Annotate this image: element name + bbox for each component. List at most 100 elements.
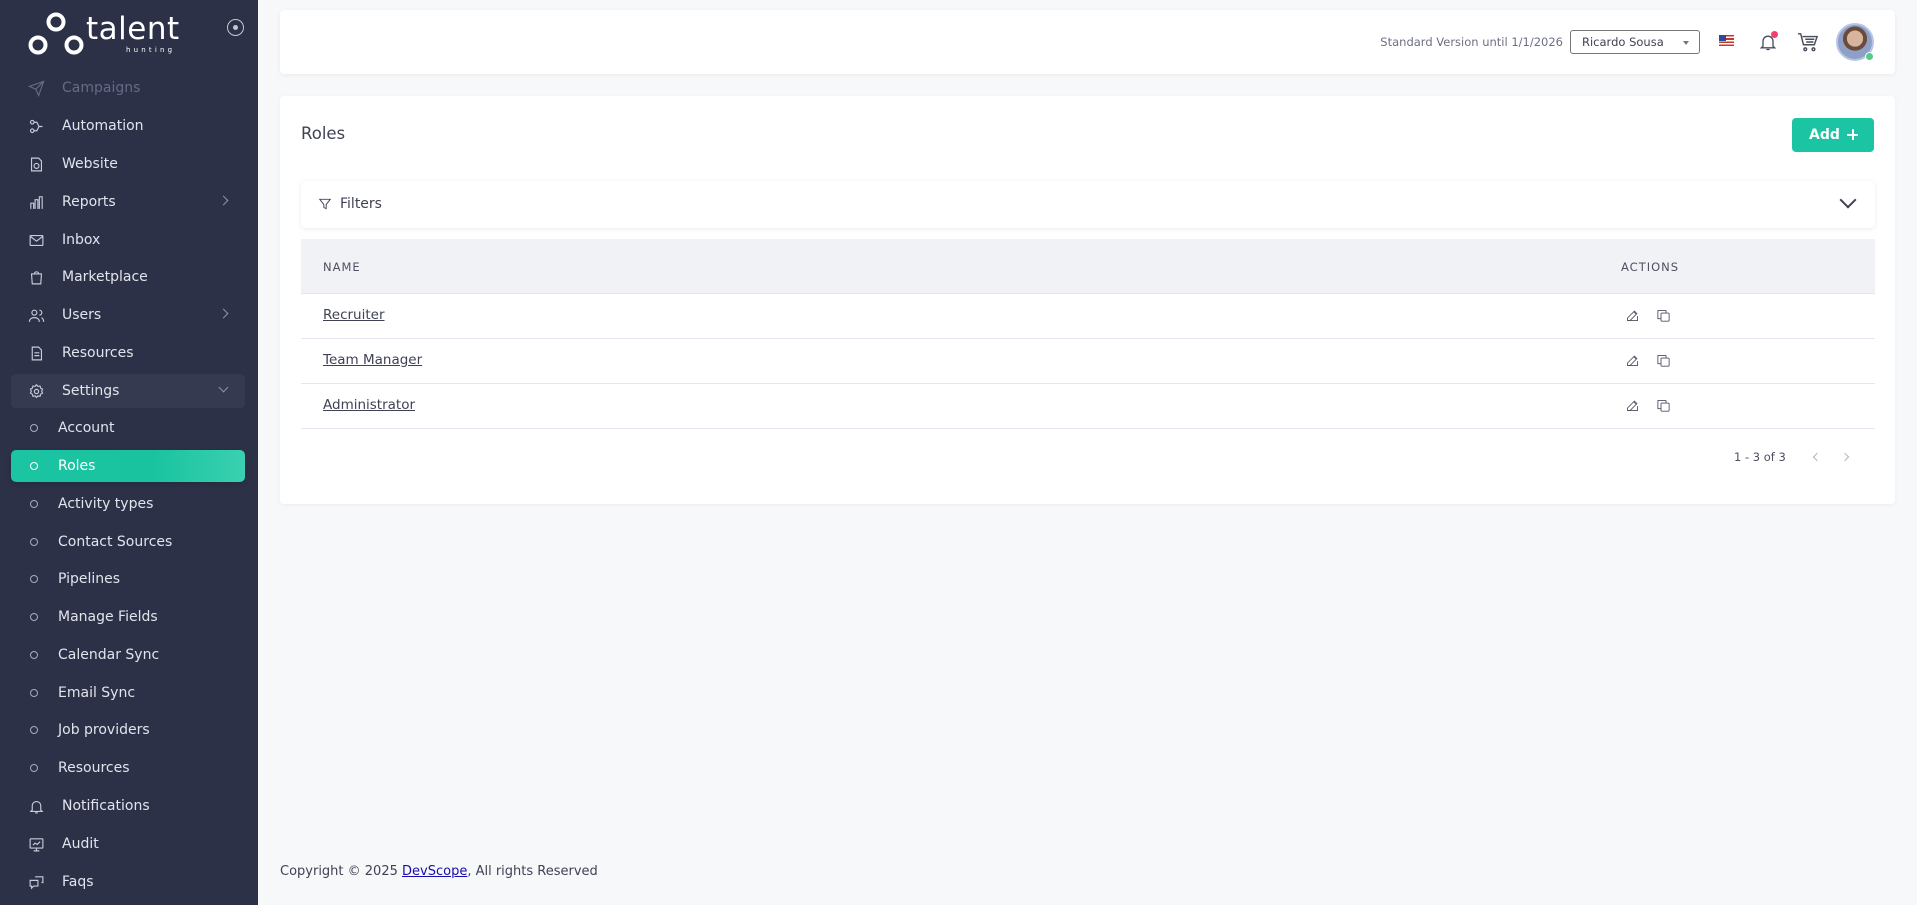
- table-row: Recruiter: [301, 294, 1875, 339]
- sidebar-item-label: Resources: [62, 345, 134, 361]
- document-icon: [27, 344, 45, 362]
- sidebar-item-inbox[interactable]: Inbox: [11, 223, 245, 257]
- sidebar-item-label: Faqs: [62, 874, 94, 890]
- edit-icon[interactable]: [1625, 353, 1640, 368]
- sidebar-item-automation[interactable]: Automation: [11, 109, 245, 143]
- sidebar-item-label: Users: [62, 307, 102, 323]
- copy-icon[interactable]: [1656, 353, 1671, 368]
- mail-icon: [27, 231, 45, 249]
- copy-icon[interactable]: [1656, 308, 1671, 323]
- footer-rights: , All rights Reserved: [467, 864, 598, 879]
- submenu-item-resources[interactable]: Resources: [11, 752, 245, 784]
- user-select[interactable]: Ricardo Sousa: [1570, 30, 1700, 54]
- add-role-button[interactable]: Add: [1792, 118, 1874, 152]
- chevron-right-icon: [218, 308, 229, 319]
- sidebar-item-marketplace[interactable]: Marketplace: [11, 260, 245, 294]
- pagination-info: 1 - 3 of 3: [1734, 450, 1786, 464]
- bullet-icon: [30, 726, 38, 734]
- add-button-label: Add: [1809, 127, 1840, 143]
- sidebar-item-label: Website: [62, 156, 118, 172]
- column-header-name[interactable]: NAME: [323, 260, 361, 274]
- gear-icon: [27, 382, 45, 400]
- table-row: Team Manager: [301, 339, 1875, 384]
- bullet-icon: [30, 538, 38, 546]
- shopping-bag-icon: [27, 268, 45, 286]
- column-header-actions: ACTIONS: [1621, 260, 1680, 274]
- users-icon: [27, 306, 45, 324]
- caret-down-icon: [1683, 41, 1689, 45]
- filters-label: Filters: [340, 196, 382, 212]
- edit-icon[interactable]: [1625, 308, 1640, 323]
- bullet-icon: [30, 764, 38, 772]
- bullet-icon: [30, 462, 38, 470]
- table-row: Administrator: [301, 384, 1875, 429]
- sidebar-item-faqs[interactable]: Faqs: [11, 865, 245, 899]
- role-name-link[interactable]: Recruiter: [323, 307, 385, 323]
- notification-badge: [1771, 31, 1778, 38]
- submenu-item-roles[interactable]: Roles: [11, 450, 245, 482]
- submenu-item-manage-fields[interactable]: Manage Fields: [11, 601, 245, 633]
- filter-icon: [318, 197, 332, 211]
- logo-text: talent: [86, 11, 180, 47]
- sidebar-item-users[interactable]: Users: [11, 298, 245, 332]
- sidebar-item-label: Settings: [62, 383, 120, 399]
- monitor-icon: [27, 835, 45, 853]
- paper-plane-icon: [27, 79, 45, 97]
- chevron-right-icon: [218, 195, 229, 206]
- bullet-icon: [30, 575, 38, 583]
- submenu-item-label: Activity types: [58, 496, 154, 512]
- bar-chart-icon: [27, 193, 45, 211]
- sidebar-item-website[interactable]: Website: [11, 147, 245, 181]
- sidebar-item-label: Reports: [62, 194, 116, 210]
- chevron-down-icon: [218, 382, 229, 393]
- chevron-right-icon[interactable]: [1840, 452, 1850, 462]
- submenu-item-label: Pipelines: [58, 571, 121, 587]
- submenu-item-label: Account: [58, 420, 115, 436]
- submenu-item-label: Email Sync: [58, 685, 136, 701]
- edit-icon[interactable]: [1625, 398, 1640, 413]
- submenu-item-email-sync[interactable]: Email Sync: [11, 677, 245, 709]
- sidebar-item-label: Marketplace: [62, 269, 148, 285]
- footer-devscope-link[interactable]: DevScope: [402, 864, 467, 879]
- submenu-item-job-providers[interactable]: Job providers: [11, 714, 245, 746]
- submenu-item-contact-sources[interactable]: Contact Sources: [11, 526, 245, 558]
- role-name-link[interactable]: Team Manager: [323, 352, 422, 368]
- copy-icon[interactable]: [1656, 398, 1671, 413]
- submenu-item-account[interactable]: Account: [11, 412, 245, 444]
- bullet-icon: [30, 424, 38, 432]
- submenu-item-activity-types[interactable]: Activity types: [11, 488, 245, 520]
- website-icon: [27, 155, 45, 173]
- sidebar-item-label: Audit: [62, 836, 99, 852]
- sidebar: talent hunting Campaigns Automation Webs…: [0, 0, 258, 905]
- notifications-bell-icon[interactable]: [1758, 31, 1778, 52]
- user-select-value: Ricardo Sousa: [1582, 35, 1664, 49]
- top-header: Standard Version until 1/1/2026 Ricardo …: [280, 10, 1895, 74]
- automation-icon: [27, 117, 45, 135]
- bullet-icon: [30, 689, 38, 697]
- sidebar-item-audit[interactable]: Audit: [11, 827, 245, 861]
- sidebar-item-notifications[interactable]: Notifications: [11, 789, 245, 823]
- bullet-icon: [30, 500, 38, 508]
- footer-copyright: Copyright © 2025: [280, 864, 403, 879]
- logo-icon: [28, 12, 84, 55]
- sidebar-item-settings[interactable]: Settings: [11, 374, 245, 408]
- submenu-item-pipelines[interactable]: Pipelines: [11, 563, 245, 595]
- sidebar-item-campaigns[interactable]: Campaigns: [11, 71, 245, 105]
- chevron-down-icon[interactable]: [1839, 191, 1857, 209]
- us-flag-icon[interactable]: [1719, 35, 1734, 46]
- faq-icon: [27, 873, 45, 891]
- filters-panel[interactable]: Filters: [301, 181, 1875, 228]
- submenu-item-label: Job providers: [58, 722, 150, 738]
- sidebar-item-reports[interactable]: Reports: [11, 185, 245, 219]
- sidebar-item-label: Automation: [62, 118, 144, 134]
- logo-subtitle: hunting: [126, 46, 176, 54]
- submenu-item-calendar-sync[interactable]: Calendar Sync: [11, 639, 245, 671]
- chevron-left-icon[interactable]: [1812, 452, 1822, 462]
- cart-icon[interactable]: [1797, 32, 1819, 52]
- bullet-icon: [30, 613, 38, 621]
- avatar[interactable]: [1836, 23, 1874, 61]
- role-name-link[interactable]: Administrator: [323, 397, 415, 413]
- sidebar-toggle-icon[interactable]: [227, 19, 244, 36]
- sidebar-item-resources[interactable]: Resources: [11, 336, 245, 370]
- submenu-item-label: Resources: [58, 760, 130, 776]
